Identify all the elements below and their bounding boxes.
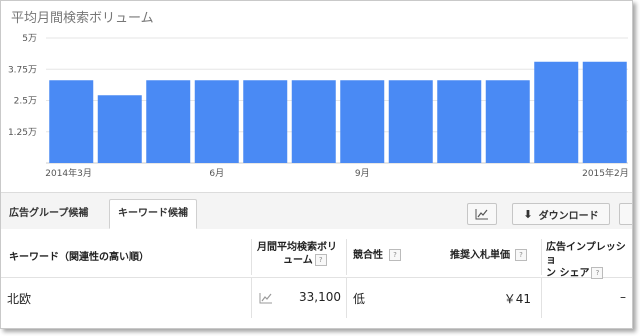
bar — [146, 80, 191, 163]
download-label: ダウンロード — [538, 210, 599, 222]
col-keyword-header[interactable]: キーワード（関連性の高い順） — [9, 251, 149, 264]
col-volume-label-1: 月間平均検索ボリ — [257, 242, 337, 253]
divider — [251, 278, 252, 318]
table-header: キーワード（関連性の高い順） 月間平均検索ボリ ューム? 競合性? 推奨入札単価… — [1, 229, 632, 280]
col-competition-label: 競合性 — [353, 250, 383, 261]
bar — [485, 80, 530, 163]
x-tick-label: 2014年3月 — [45, 167, 92, 179]
col-volume-label-2: ューム — [283, 255, 313, 266]
bar — [437, 80, 482, 163]
tab-ad-group-ideas[interactable]: 広告グループ候補 — [1, 200, 96, 228]
download-icon: ⬇ — [523, 207, 533, 221]
help-icon[interactable]: ? — [314, 254, 327, 266]
trend-chart-icon[interactable] — [259, 292, 273, 304]
x-tick-label: 2015年2月 — [582, 167, 629, 179]
divider — [541, 278, 542, 318]
bar — [291, 80, 336, 163]
competition-cell: 低 — [353, 292, 366, 306]
bar — [97, 95, 142, 163]
keyword-cell[interactable]: 北欧 — [7, 290, 31, 307]
bar — [243, 80, 288, 163]
divider — [346, 278, 347, 318]
bar — [194, 80, 239, 163]
y-tick-label: 5万 — [22, 34, 37, 44]
y-tick-label: 1.25万 — [8, 128, 37, 138]
y-tick-label: 2.5万 — [14, 97, 37, 107]
divider — [251, 239, 252, 275]
line-chart-icon — [475, 209, 488, 220]
col-share-label-1: 広告インプレッショ — [546, 242, 626, 266]
col-volume-header[interactable]: 月間平均検索ボリ ューム? — [257, 241, 347, 267]
bar — [49, 80, 94, 163]
x-tick-label: 9月 — [355, 168, 370, 179]
tab-keyword-ideas[interactable]: キーワード候補 — [109, 199, 197, 229]
search-volume-chart: 1.25万 2.5万 3.75万 5万 2014年3月 6月 9月 2015年2月 — [8, 34, 629, 179]
bar — [582, 61, 627, 163]
help-icon[interactable]: ? — [515, 249, 527, 261]
keyword-planner-panel: 平均月間検索ボリューム 1.25万 2.5万 3.75万 5万 2014年3月 6月 9月 2… — [0, 0, 633, 329]
cpc-cell: ￥41 — [503, 292, 531, 306]
bar — [534, 61, 579, 163]
x-tick-label: 6月 — [209, 168, 224, 179]
col-impression-share-header[interactable]: 広告インプレッショ ン シェア? — [546, 241, 632, 280]
download-button[interactable]: ⬇ ダウンロード — [512, 203, 610, 225]
chart-toggle-button[interactable] — [467, 203, 497, 225]
help-icon[interactable]: ? — [389, 249, 401, 261]
col-competition-header[interactable]: 競合性? — [353, 249, 401, 262]
bar — [340, 80, 385, 163]
y-tick-label: 3.75万 — [8, 65, 37, 75]
bar — [388, 80, 433, 163]
tab-bar: 広告グループ候補 キーワード候補 ⬇ ダウンロード — [1, 192, 632, 230]
divider — [346, 239, 347, 275]
col-cpc-header[interactable]: 推奨入札単価? — [450, 249, 527, 262]
volume-cell: 33,100 — [299, 290, 341, 304]
col-cpc-label: 推奨入札単価 — [450, 250, 510, 261]
impression-share-cell: – — [620, 290, 626, 304]
table-row: 北欧 33,100 低 ￥41 – — [1, 278, 632, 318]
divider — [541, 239, 542, 275]
more-button[interactable] — [619, 203, 632, 225]
